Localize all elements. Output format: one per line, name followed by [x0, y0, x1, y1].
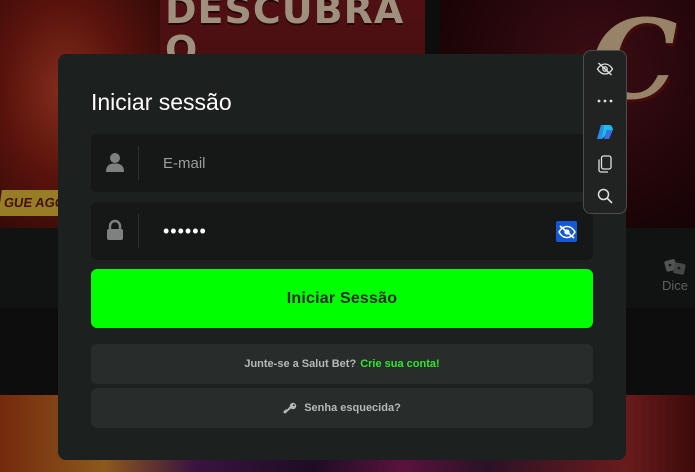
search-icon	[597, 188, 613, 204]
eye-slash-icon	[596, 62, 614, 76]
copilot-button[interactable]	[594, 121, 616, 143]
user-icon	[106, 153, 124, 172]
search-button[interactable]	[594, 185, 616, 207]
copy-button[interactable]	[594, 153, 616, 175]
more-icon	[597, 99, 613, 103]
email-field-container	[91, 134, 593, 192]
modal-title: Iniciar sessão	[91, 89, 232, 115]
forgot-password-button[interactable]: Senha esquecida?	[91, 388, 593, 428]
signup-prompt-text: Junte-se a Salut Bet?	[244, 358, 357, 370]
password-input[interactable]	[163, 202, 543, 260]
field-divider	[138, 214, 139, 248]
lock-icon	[107, 219, 123, 240]
key-icon	[283, 402, 297, 414]
login-submit-button[interactable]: Iniciar Sessão	[91, 269, 593, 328]
show-password-toggle[interactable]	[556, 221, 577, 242]
copy-icon	[598, 155, 612, 173]
create-account-link[interactable]: Crie sua conta!	[360, 358, 439, 370]
login-modal: Iniciar sessão Iniciar Sessão Junte-se a…	[58, 54, 626, 460]
eye-slash-icon	[557, 224, 576, 239]
signup-prompt: Junte-se a Salut Bet? Crie sua conta!	[91, 344, 593, 384]
browser-floating-toolbar	[583, 50, 627, 214]
hide-toolbar-button[interactable]	[594, 58, 616, 80]
field-divider	[138, 146, 139, 180]
forgot-password-label: Senha esquecida?	[304, 402, 401, 414]
copilot-icon	[597, 125, 613, 139]
email-input[interactable]	[163, 134, 543, 192]
password-field-container	[91, 202, 593, 260]
more-options-button[interactable]	[594, 90, 616, 112]
